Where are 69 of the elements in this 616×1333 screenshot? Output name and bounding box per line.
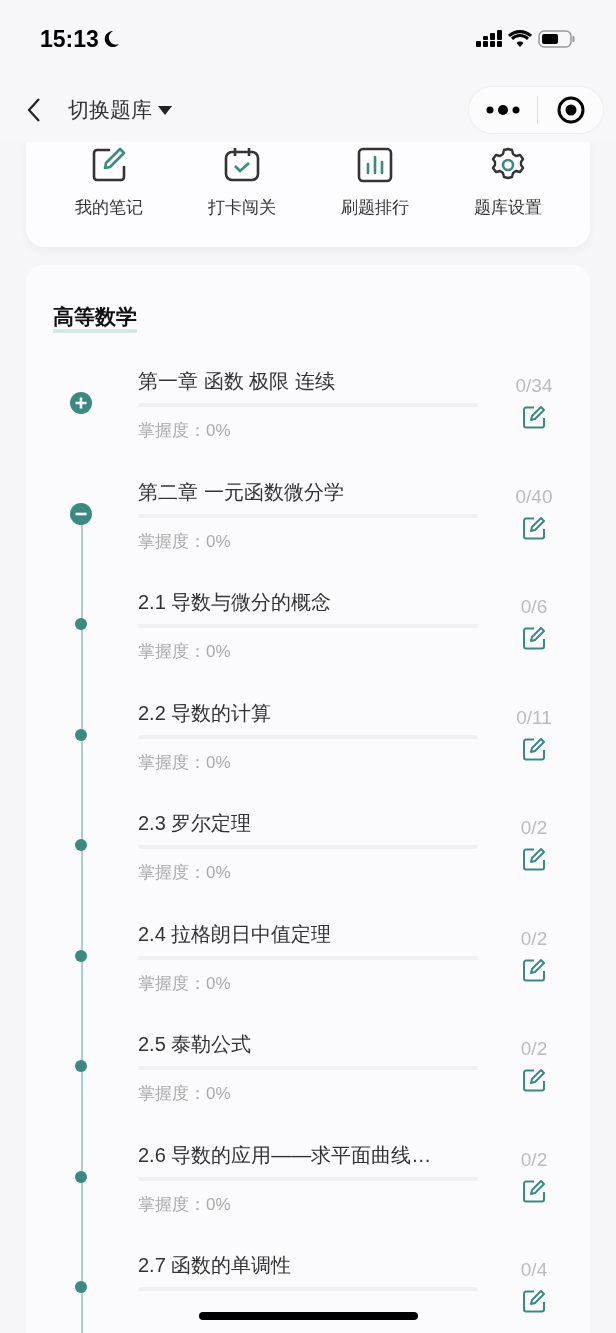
signal-icon	[476, 30, 502, 48]
question-count: 0/34	[515, 375, 553, 397]
timeline-dot	[75, 949, 87, 962]
wifi-icon	[508, 30, 532, 48]
tool-button[interactable]: 题库设置	[452, 146, 563, 219]
chapter-title: 2.3 罗尔定理	[138, 811, 253, 835]
bar-chart-icon	[355, 146, 394, 184]
calendar-check-icon	[222, 146, 261, 184]
status-time: 15:13	[40, 25, 99, 53]
mastery-text: 掌握度：0%	[138, 1083, 232, 1105]
mastery-text: 掌握度：0%	[138, 530, 232, 553]
chapter-title: 2.6 导数的应用——求平面曲线…	[138, 1142, 433, 1167]
mastery-text: 掌握度：0%	[138, 972, 232, 995]
timeline-dot	[75, 1281, 87, 1293]
tool-button[interactable]: 打卡闯关	[186, 146, 297, 219]
question-count: 0/4	[520, 1259, 548, 1281]
chapter-row[interactable]: 2.2 导数的计算 掌握度：0% 0/11	[26, 692, 590, 803]
mastery-text: 掌握度：0%	[138, 420, 232, 442]
mastery-text: 掌握度：0%	[138, 862, 232, 884]
chapter-row[interactable]: 第二章 一元函数微分学 掌握度：0% 0/40	[26, 471, 590, 582]
chapter-row[interactable]: 2.7 函数的单调性 0/4	[26, 1245, 590, 1333]
edit-icon[interactable]	[522, 626, 546, 650]
chapter-row[interactable]: 2.3 罗尔定理 掌握度：0% 0/2	[26, 803, 590, 914]
battery-icon	[538, 29, 576, 49]
chapter-row[interactable]: 第一章 函数 极限 连续 掌握度：0% 0/34	[26, 361, 590, 472]
question-count: 0/2	[520, 817, 548, 839]
timeline-dot	[75, 1060, 87, 1072]
edit-icon[interactable]	[522, 736, 546, 761]
caret-icon	[158, 105, 172, 115]
chapter-title: 2.7 函数的单调性	[138, 1253, 293, 1277]
tool-button[interactable]: 刷题排行	[319, 146, 430, 219]
timeline-dot	[75, 728, 87, 741]
question-count: 0/2	[520, 1148, 548, 1171]
edit-icon[interactable]	[522, 847, 546, 871]
question-count: 0/11	[516, 706, 552, 729]
bank-switch-dropdown[interactable]: 切换题库	[68, 96, 172, 124]
question-count: 0/40	[515, 485, 553, 508]
chapter-title: 2.1 导数与微分的概念	[138, 590, 333, 614]
chapter-title: 2.2 导数的计算	[138, 700, 273, 725]
collapse-icon[interactable]	[69, 501, 93, 526]
edit-icon[interactable]	[522, 1178, 546, 1203]
chapter-row[interactable]: 2.4 拉格朗日中值定理 掌握度：0% 0/2	[26, 913, 590, 1024]
chapter-row[interactable]: 2.5 泰勒公式 掌握度：0% 0/2	[26, 1024, 590, 1135]
edit-icon[interactable]	[522, 405, 546, 429]
edit-icon[interactable]	[522, 515, 546, 540]
chapter-row[interactable]: 2.1 导数与微分的概念 掌握度：0% 0/6	[26, 582, 590, 693]
timeline-dot	[75, 618, 87, 630]
subject-title: 高等数学	[53, 305, 137, 333]
edit-icon[interactable]	[522, 1068, 546, 1092]
edit-icon[interactable]	[522, 957, 546, 982]
timeline-dot	[75, 839, 87, 851]
timeline-dot	[75, 1170, 87, 1183]
mastery-text: 掌握度：0%	[138, 641, 232, 663]
question-count: 0/6	[520, 596, 548, 618]
question-count: 0/2	[520, 927, 548, 950]
chapter-title: 2.4 拉格朗日中值定理	[138, 921, 333, 946]
close-target-icon[interactable]	[556, 95, 587, 125]
edit-icon[interactable]	[522, 1289, 546, 1313]
chapter-title: 2.5 泰勒公式	[138, 1032, 253, 1056]
chapter-row[interactable]: 2.6 导数的应用——求平面曲线… 掌握度：0% 0/2	[26, 1134, 590, 1245]
tool-button[interactable]: 我的笔记	[53, 146, 164, 219]
back-icon[interactable]	[26, 97, 42, 123]
mastery-text: 掌握度：0%	[138, 751, 232, 774]
chapter-title: 第二章 一元函数微分学	[138, 479, 345, 504]
more-icon[interactable]	[485, 104, 520, 116]
mastery-text: 掌握度：0%	[138, 1193, 232, 1216]
expand-icon[interactable]	[69, 391, 93, 415]
question-count: 0/2	[520, 1038, 548, 1060]
chapter-title: 第一章 函数 极限 连续	[138, 369, 336, 393]
